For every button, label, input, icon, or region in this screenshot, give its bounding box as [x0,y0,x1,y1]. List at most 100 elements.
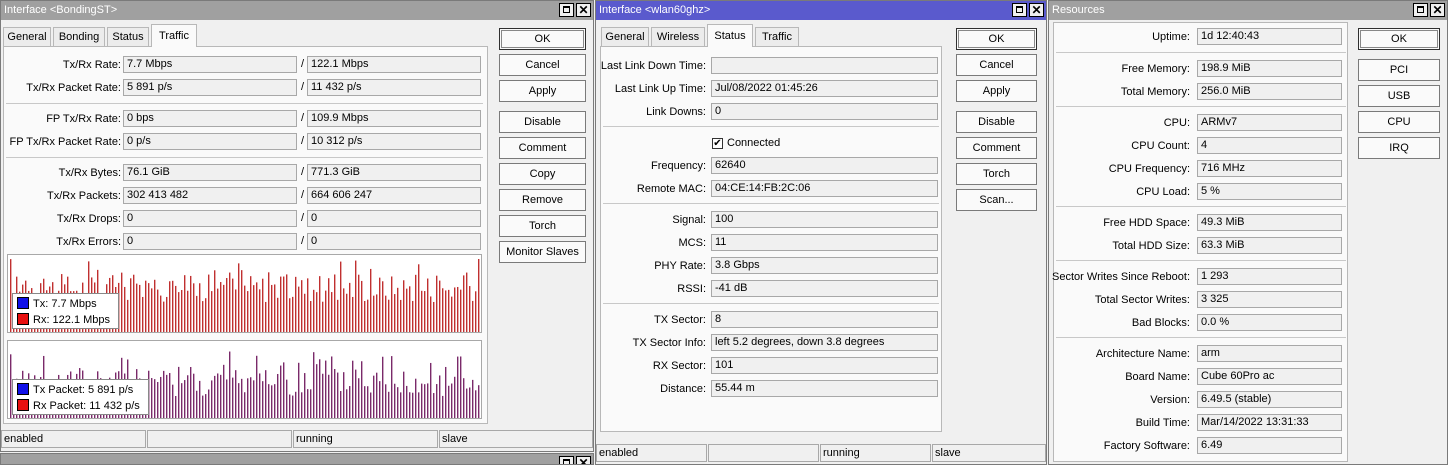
cancel-button[interactable]: Cancel [956,54,1037,76]
graph-bar [379,381,381,418]
maximize-button[interactable] [559,3,574,17]
tab-general[interactable]: General [3,27,51,47]
resources-window: Resources ✕ Uptime: 1d 12:40:43 Free Mem… [1048,0,1448,465]
monitor-slaves-button[interactable]: Monitor Slaves [499,241,586,263]
ok-button[interactable]: OK [499,28,586,50]
torch-button[interactable]: Torch [956,163,1037,185]
status-slave: slave [439,430,593,448]
resources-panel: Uptime: 1d 12:40:43 Free Memory: 198.9 M… [1052,22,1348,462]
tab-status[interactable]: Status [107,27,149,47]
cpu-button[interactable]: CPU [1358,111,1440,133]
tab-bonding[interactable]: Bonding [53,27,105,47]
graph-bar [154,279,156,332]
graph-bar [397,387,399,418]
graph-bar [340,391,342,418]
graph-bar [268,272,270,332]
comment-button[interactable]: Comment [499,137,586,159]
wlan-titlebar[interactable]: Interface <wlan60ghz> [596,1,1046,20]
graph-bar [469,286,471,332]
graph-bar [418,392,420,418]
tx-sector-info-label: TX Sector Info: [632,337,706,349]
graph-bar [301,392,303,418]
build-time-label: Build Time: [1135,417,1190,429]
connected-checkbox[interactable]: ✔ [712,138,723,149]
graph-bar [226,379,228,418]
traffic-rate-graph: Tx: 7.7 Mbps Rx: 122.1 Mbps [7,254,482,333]
close-button[interactable]: ✕ [1430,3,1445,17]
bonding-titlebar[interactable]: Interface <BondingST> [1,1,593,20]
graph-bar [400,392,402,418]
separator [1056,106,1346,107]
total-sector-writes-label: Total Sector Writes: [1094,294,1190,306]
scan-button[interactable]: Scan... [956,189,1037,211]
packet-legend: Tx Packet: 5 891 p/s Rx Packet: 11 432 p… [12,379,149,415]
board-name-label: Board Name: [1125,371,1190,383]
background-window-titlebar[interactable] [1,454,593,464]
graph-bar [145,280,147,332]
graph-bar [283,362,285,418]
usb-button[interactable]: USB [1358,85,1440,107]
pci-button[interactable]: PCI [1358,59,1440,81]
cpu-field: ARMv7 [1197,114,1342,131]
free-memory-field: 198.9 MiB [1197,60,1342,77]
maximize-button[interactable] [559,456,574,464]
graph-bar [313,352,315,418]
tx-rate-field: 7.7 Mbps [123,56,297,73]
graph-bar [433,301,435,332]
comment-button[interactable]: Comment [956,137,1037,159]
graph-bar [454,376,456,418]
packet-rate-graph: Tx Packet: 5 891 p/s Rx Packet: 11 432 p… [7,340,482,419]
graph-bar [181,383,183,418]
graph-bar [190,367,192,418]
maximize-icon [1016,6,1023,13]
disable-button[interactable]: Disable [499,111,586,133]
graph-bar [376,294,378,332]
slash-separator: / [301,189,305,201]
irq-button[interactable]: IRQ [1358,137,1440,159]
tab-general[interactable]: General [601,27,649,47]
graph-bar [310,301,312,332]
separator [1056,260,1346,261]
ok-button[interactable]: OK [1358,28,1440,50]
maximize-button[interactable] [1413,3,1428,17]
disable-button[interactable]: Disable [956,111,1037,133]
graph-bar [196,295,198,332]
graph-bar [172,280,174,332]
apply-button[interactable]: Apply [499,80,586,102]
legend-tx-text: Tx: 7.7 Mbps [33,298,97,310]
cancel-button[interactable]: Cancel [499,54,586,76]
graph-bar [388,299,390,332]
graph-bar [448,289,450,332]
copy-button[interactable]: Copy [499,163,586,185]
uptime-label: Uptime: [1152,31,1190,43]
graph-bar [304,293,306,332]
graph-bar [442,395,444,418]
graph-bar [289,394,291,418]
apply-button[interactable]: Apply [956,80,1037,102]
close-button[interactable]: ✕ [576,3,591,17]
background-window: ✕ [0,453,594,465]
tab-traffic[interactable]: Traffic [151,24,197,47]
connected-label: Connected [727,137,781,149]
resources-window-title: Resources [1052,4,1105,16]
torch-button[interactable]: Torch [499,215,586,237]
total-memory-field: 256.0 MiB [1197,83,1342,100]
graph-bar [457,286,459,332]
ok-button[interactable]: OK [956,28,1037,50]
graph-bar [457,356,459,418]
graph-bar [421,290,423,332]
tab-traffic[interactable]: Traffic [755,27,799,47]
rssi-label: RSSI: [677,283,706,295]
close-button[interactable]: ✕ [576,456,591,464]
separator [6,157,483,158]
maximize-button[interactable] [1012,3,1027,17]
graph-bar [298,362,300,418]
graph-bar [271,284,273,332]
tab-wireless[interactable]: Wireless [651,27,705,47]
resources-titlebar[interactable]: Resources [1049,1,1447,20]
tab-status[interactable]: Status [707,24,753,47]
separator [1056,206,1346,207]
close-button[interactable]: ✕ [1029,3,1044,17]
txrx-bytes-label: Tx/Rx Bytes: [58,167,121,179]
remove-button[interactable]: Remove [499,189,586,211]
